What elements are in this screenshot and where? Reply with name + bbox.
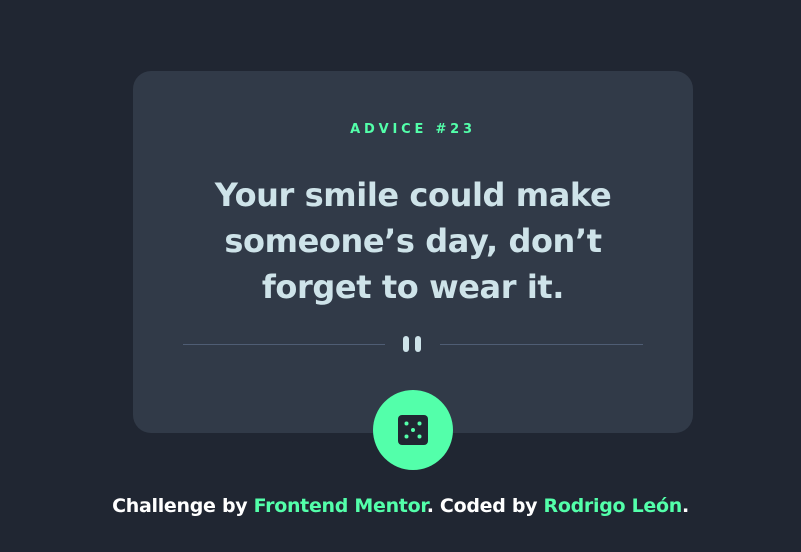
author-link[interactable]: Rodrigo León [544,495,683,517]
divider-line-right [440,344,643,345]
pattern-divider [183,335,643,355]
dice-button[interactable] [373,390,453,470]
attribution-suffix: . [681,495,689,517]
attribution: Challenge by Frontend Mentor. Coded by R… [0,495,801,517]
divider-line-left [183,344,385,345]
dice-icon [398,415,428,445]
advice-quote: Your smile could make someone’s day, don… [214,176,612,306]
attribution-middle: . Coded by [426,495,544,517]
frontend-mentor-link[interactable]: Frontend Mentor [254,495,427,517]
attribution-prefix: Challenge by [112,495,254,517]
pause-icon [402,336,424,354]
advice-number: ADVICE #23 [350,122,476,137]
advice-card: ADVICE #23 Your smile could make someone… [133,71,693,433]
